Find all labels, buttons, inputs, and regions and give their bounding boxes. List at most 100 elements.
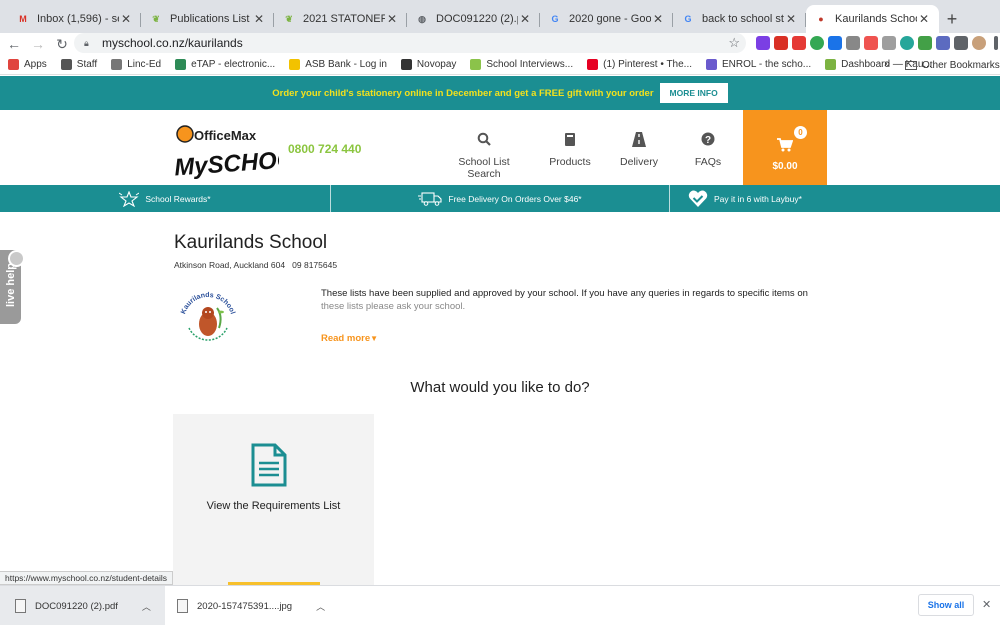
- bookmark-item[interactable]: Staff: [60, 59, 97, 70]
- extension-icon[interactable]: [882, 36, 896, 50]
- extension-icon[interactable]: [828, 36, 842, 50]
- close-tab-icon[interactable]: ✕: [651, 12, 665, 26]
- school-crest-logo: Kaurilands School: [175, 288, 241, 354]
- close-shelf-icon[interactable]: ✕: [982, 598, 991, 611]
- bookmark-star-icon[interactable]: ☆: [728, 35, 740, 51]
- officemax-myschool-logo[interactable]: OfficeMax MySCHOOL: [173, 122, 311, 182]
- extension-icon[interactable]: [900, 36, 914, 50]
- google-icon: G: [551, 14, 559, 24]
- pdf-file-icon: [15, 599, 26, 613]
- read-more-link[interactable]: Read more▼: [321, 333, 378, 344]
- close-tab-icon[interactable]: ✕: [119, 12, 133, 26]
- cart-count-badge: 0: [794, 126, 807, 139]
- bookmark-item[interactable]: (1) Pinterest • The...: [587, 59, 692, 70]
- browser-tab[interactable]: ● Kaurilands School Back✕: [806, 5, 939, 33]
- bookmark-label: (1) Pinterest • The...: [603, 59, 693, 70]
- back-arrow-icon[interactable]: ←: [2, 36, 26, 52]
- nav-label: Products: [549, 156, 591, 168]
- address-bar[interactable]: 🔒︎ myschool.co.nz/kaurilands ☆: [74, 33, 746, 53]
- benefit-label: Free Delivery On Orders Over $46*: [448, 193, 582, 204]
- chevron-up-icon[interactable]: ︿: [316, 600, 325, 613]
- bookmark-item[interactable]: School Interviews...: [470, 59, 573, 70]
- bookmark-item[interactable]: eTAP - electronic...: [175, 59, 275, 70]
- bookmark-label: Apps: [24, 59, 47, 70]
- bookmark-item[interactable]: Linc-Ed: [111, 59, 161, 70]
- extension-icon[interactable]: [846, 36, 860, 50]
- nav-label: School List Search: [458, 156, 510, 180]
- bookmark-favicon-icon: [706, 59, 718, 70]
- close-tab-icon[interactable]: ✕: [385, 12, 399, 26]
- close-tab-icon[interactable]: ✕: [917, 12, 931, 26]
- lock-icon[interactable]: 🔒︎: [84, 38, 94, 48]
- new-tab-button[interactable]: +: [939, 5, 965, 33]
- bookmark-item[interactable]: ENROL - the scho...: [706, 59, 811, 70]
- browser-tab[interactable]: G 2020 gone - Google Se✕: [540, 5, 673, 33]
- download-item[interactable]: 2020-157475391....jpg ︿: [175, 586, 325, 625]
- bookmark-item[interactable]: Apps: [8, 59, 47, 70]
- close-tab-icon[interactable]: ✕: [252, 12, 266, 26]
- bookmarks-bar: Apps Staff Linc-Ed eTAP - electronic... ASB …: [0, 55, 1000, 75]
- benefit-laybuy[interactable]: Pay it in 6 with Laybuy*: [670, 185, 1000, 212]
- extension-icon[interactable]: [792, 36, 806, 50]
- browser-tab[interactable]: M Inbox (1,596) - secreta✕: [8, 5, 141, 33]
- extension-icon[interactable]: [936, 36, 950, 50]
- nav-school-list-search[interactable]: School List Search: [442, 132, 526, 180]
- truck-icon: [418, 191, 442, 206]
- extension-icons: [756, 36, 998, 50]
- benefit-label: Pay it in 6 with Laybuy*: [714, 193, 802, 204]
- chevron-up-icon[interactable]: ︿: [142, 600, 151, 613]
- phone-number[interactable]: 0800 724 440: [288, 142, 361, 156]
- profile-avatar[interactable]: [972, 36, 986, 50]
- browser-toolbar: ← → ↻ 🔒︎ myschool.co.nz/kaurilands ☆: [0, 33, 1000, 55]
- reload-icon[interactable]: ↻: [50, 36, 74, 53]
- extension-icon[interactable]: [810, 36, 824, 50]
- other-bookmarks[interactable]: Other Bookmarks: [905, 55, 1000, 75]
- puzzle-icon[interactable]: [954, 36, 968, 50]
- live-help-tab[interactable]: live help: [0, 250, 25, 324]
- bookmark-label: School Interviews...: [486, 59, 574, 70]
- close-tab-icon[interactable]: ✕: [518, 12, 532, 26]
- benefit-free-delivery[interactable]: Free Delivery On Orders Over $46*: [331, 185, 669, 212]
- bookmark-favicon-icon: [60, 59, 72, 70]
- browser-tab[interactable]: Gback to school station✕: [673, 5, 806, 33]
- tab-title: DOC091220 (2).pdf: [436, 13, 518, 25]
- tab-title: back to school station: [702, 13, 784, 25]
- gmail-extension-icon[interactable]: [774, 36, 788, 50]
- google-icon: G: [684, 14, 692, 24]
- bookmark-favicon-icon: [587, 59, 599, 70]
- cart-button[interactable]: 0 $0.00: [743, 110, 827, 185]
- extension-icon[interactable]: [918, 36, 932, 50]
- more-info-button[interactable]: MORE INFO: [659, 83, 728, 103]
- question-icon: ?: [690, 132, 726, 148]
- nav-faqs[interactable]: ? FAQs: [690, 132, 726, 168]
- nav-delivery[interactable]: Delivery: [617, 132, 661, 168]
- forward-arrow-icon[interactable]: →: [26, 36, 50, 52]
- browser-tab[interactable]: ◍ DOC091220 (2).pdf✕: [407, 5, 540, 33]
- benefit-school-rewards[interactable]: School Rewards*: [0, 185, 330, 212]
- book-icon: [545, 132, 595, 148]
- bookmark-favicon-icon: [8, 59, 19, 70]
- svg-text:?: ?: [705, 135, 711, 146]
- close-tab-icon[interactable]: ✕: [784, 12, 798, 26]
- view-requirements-card[interactable]: View the Requirements List: [173, 414, 374, 589]
- bookmark-label: ASB Bank - Log in: [305, 59, 387, 70]
- cart-icon: [777, 138, 794, 155]
- benefit-label: School Rewards*: [145, 193, 211, 204]
- bookmark-item[interactable]: Novopay: [400, 59, 457, 70]
- bookmark-label: Novopay: [416, 59, 457, 70]
- school-address: Atkinson Road, Auckland 604: [174, 260, 286, 270]
- browser-tab[interactable]: ❦ Publications List — Ka✕: [141, 5, 274, 33]
- show-all-downloads-button[interactable]: Show all: [918, 594, 974, 616]
- extension-icon[interactable]: [864, 36, 878, 50]
- nav-products[interactable]: Products: [545, 132, 595, 168]
- bookmark-item[interactable]: ASB Bank - Log in: [289, 59, 387, 70]
- address-bar-url[interactable]: myschool.co.nz/kaurilands: [102, 36, 243, 50]
- bookmarks-overflow-icon[interactable]: »: [884, 58, 890, 70]
- extension-icon[interactable]: [756, 36, 770, 50]
- download-item[interactable]: DOC091220 (2).pdf ︿: [0, 586, 165, 625]
- browser-tab[interactable]: ❦ 2021 STATONERY & Dis✕: [274, 5, 407, 33]
- menu-kebab-icon[interactable]: [994, 36, 998, 50]
- bookmark-label: eTAP - electronic...: [191, 59, 276, 70]
- school-intro: These lists have been supplied and appro…: [321, 287, 833, 313]
- gmail-icon: M: [19, 14, 27, 24]
